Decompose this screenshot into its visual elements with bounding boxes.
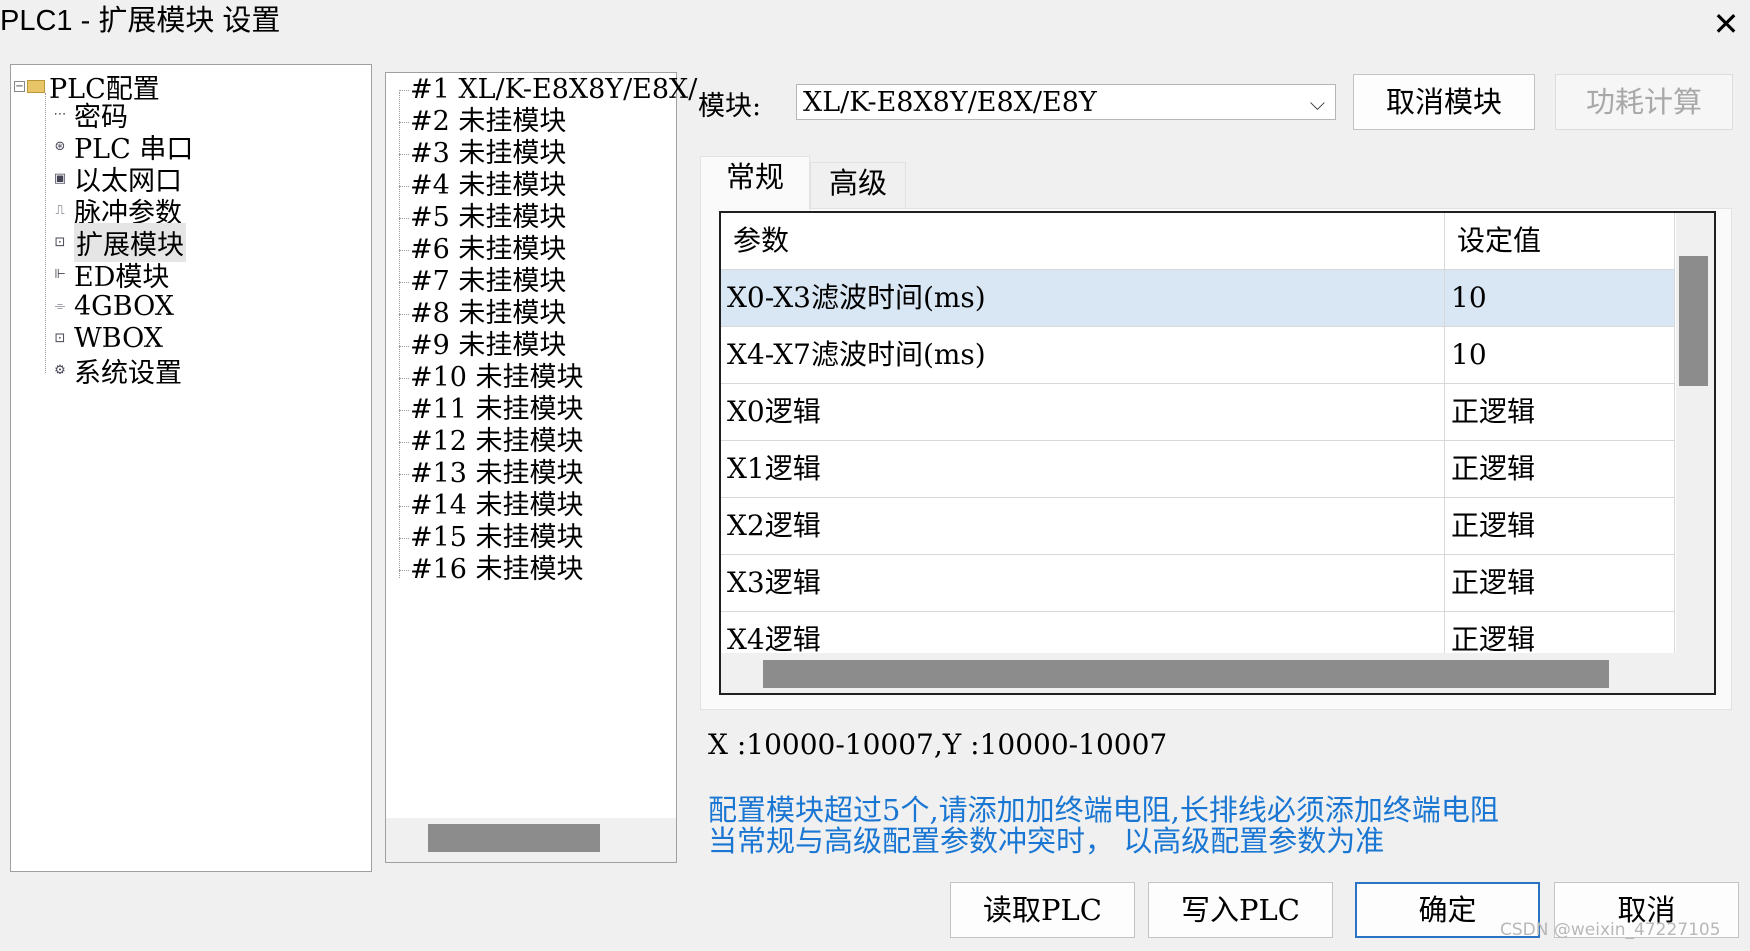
slot-connector: [399, 282, 409, 283]
ethernet-icon: ▣: [53, 170, 67, 186]
pulse-icon: ⎍: [55, 202, 65, 218]
note-line-1: 配置模块超过5个,请添加加终端电阻,长排线必须添加终端电阻: [708, 793, 1499, 827]
slot-item[interactable]: #13 未挂模块: [410, 458, 584, 490]
slot-connector: [399, 378, 409, 379]
grid-header-param[interactable]: 参数: [721, 213, 1445, 270]
slot-connector: [399, 186, 409, 187]
grid-vscroll-thumb[interactable]: [1679, 256, 1708, 386]
tree-item-plc-serial-port[interactable]: ⊛ PLC 串口: [52, 131, 194, 165]
slot-item[interactable]: #14 未挂模块: [410, 490, 584, 522]
system-settings-icon: ⚙: [54, 362, 66, 378]
value-cell[interactable]: 正逻辑: [1445, 498, 1675, 555]
slot-connector: [399, 250, 409, 251]
ed-module-icon: ⊩: [54, 266, 66, 282]
tree-item-pulse-params[interactable]: ⎍ 脉冲参数: [52, 195, 182, 229]
io-range-text: X :10000-10007,Y :10000-10007: [708, 728, 1168, 761]
param-cell[interactable]: X4-X7滤波时间(ms): [721, 327, 1445, 384]
slot-item[interactable]: #10 未挂模块: [410, 362, 584, 394]
tree-item-label: ED模块: [74, 262, 170, 293]
module-select-value: XL/K-E8X8Y/E8X/E8Y: [803, 87, 1097, 118]
tree-item-label: 系统设置: [74, 358, 182, 389]
tree-item-ed-module[interactable]: ⊩ ED模块: [52, 259, 169, 293]
chevron-down-icon[interactable]: ⌵: [1310, 87, 1325, 119]
value-cell[interactable]: 正逻辑: [1445, 555, 1675, 612]
slot-item[interactable]: #2 未挂模块: [410, 106, 566, 138]
slot-item[interactable]: #11 未挂模块: [410, 394, 584, 426]
slot-connector: [399, 474, 409, 475]
module-select[interactable]: XL/K-E8X8Y/E8X/E8Y ⌵: [796, 84, 1336, 120]
param-cell[interactable]: X3逻辑: [721, 555, 1445, 612]
tree-item-label: 4GBOX: [74, 291, 174, 322]
tree-connector-line: [45, 93, 46, 373]
power-calc-button: 功耗计算: [1555, 74, 1733, 130]
slot-connector: [399, 346, 409, 347]
read-plc-button[interactable]: 读取PLC: [950, 882, 1135, 938]
tree-item-system-settings[interactable]: ⚙ 系统设置: [52, 355, 182, 389]
value-cell[interactable]: 10: [1445, 270, 1675, 327]
param-cell[interactable]: X0逻辑: [721, 384, 1445, 441]
tree-item-expansion-module[interactable]: ⊡ 扩展模块: [52, 223, 186, 262]
slot-item[interactable]: #6 未挂模块: [410, 234, 566, 266]
slot-connector: [399, 570, 409, 571]
slot-connector: [399, 314, 409, 315]
slot-item[interactable]: #16 未挂模块: [410, 554, 584, 586]
slot-item[interactable]: #3 未挂模块: [410, 138, 566, 170]
wbox-icon: ⊡: [54, 330, 66, 346]
folder-icon: [27, 79, 45, 93]
slot-item[interactable]: #1 XL/K-E8X8Y/E8X/: [410, 74, 697, 106]
slot-item[interactable]: #5 未挂模块: [410, 202, 566, 234]
tab-advanced[interactable]: 高级: [810, 162, 906, 208]
grid-hscroll-thumb[interactable]: [763, 660, 1609, 688]
param-cell[interactable]: X0-X3滤波时间(ms): [721, 270, 1445, 327]
value-cell[interactable]: 正逻辑: [1445, 441, 1675, 498]
param-cell[interactable]: X1逻辑: [721, 441, 1445, 498]
tree-item-wbox[interactable]: ⊡ WBOX: [52, 323, 163, 354]
slot-item[interactable]: #9 未挂模块: [410, 330, 566, 362]
close-icon[interactable]: ✕: [1706, 4, 1746, 44]
slot-item[interactable]: #15 未挂模块: [410, 522, 584, 554]
watermark-text: CSDN @weixin_47227105: [1500, 920, 1721, 940]
slot-connector: [399, 506, 409, 507]
write-plc-button[interactable]: 写入PLC: [1148, 882, 1333, 938]
value-cell[interactable]: 正逻辑: [1445, 384, 1675, 441]
tree-item-label: WBOX: [74, 323, 163, 354]
tab-general[interactable]: 常规: [700, 156, 810, 210]
slot-connector: [399, 538, 409, 539]
slot-connector: [399, 410, 409, 411]
slot-connector: [399, 218, 409, 219]
window-title: PLC1 - 扩展模块 设置: [0, 5, 281, 37]
slot-connector: [399, 442, 409, 443]
grid-header-value[interactable]: 设定值: [1445, 213, 1675, 270]
expansion-module-icon: ⊡: [54, 234, 66, 250]
slot-item[interactable]: #4 未挂模块: [410, 170, 566, 202]
slot-item[interactable]: #8 未挂模块: [410, 298, 566, 330]
slot-list-scroll-thumb[interactable]: [428, 824, 600, 852]
tree-item-ethernet[interactable]: ▣ 以太网口: [52, 163, 182, 197]
slot-connector: [399, 122, 409, 123]
serial-port-icon: ⊛: [54, 138, 66, 154]
slot-connector: [399, 90, 409, 91]
module-label: 模块:: [698, 91, 762, 122]
slot-item[interactable]: #7 未挂模块: [410, 266, 566, 298]
note-line-2: 当常规与高级配置参数冲突时， 以高级配置参数为准: [708, 824, 1385, 858]
param-cell[interactable]: X2逻辑: [721, 498, 1445, 555]
slot-connector: [399, 154, 409, 155]
value-cell[interactable]: 10: [1445, 327, 1675, 384]
slot-item[interactable]: #12 未挂模块: [410, 426, 584, 458]
tree-item-password[interactable]: ⋯ 密码: [52, 99, 129, 133]
cancel-module-button[interactable]: 取消模块: [1353, 74, 1535, 130]
4gbox-icon: ⌯: [54, 298, 66, 314]
password-icon: ⋯: [53, 106, 67, 122]
parameter-grid[interactable]: 参数 设定值 X0-X3滤波时间(ms) 10 X4-X7滤波时间(ms) 10 X0逻…: [719, 211, 1716, 695]
collapse-icon[interactable]: −: [14, 80, 25, 92]
tree-item-4gbox[interactable]: ⌯ 4GBOX: [52, 291, 174, 322]
